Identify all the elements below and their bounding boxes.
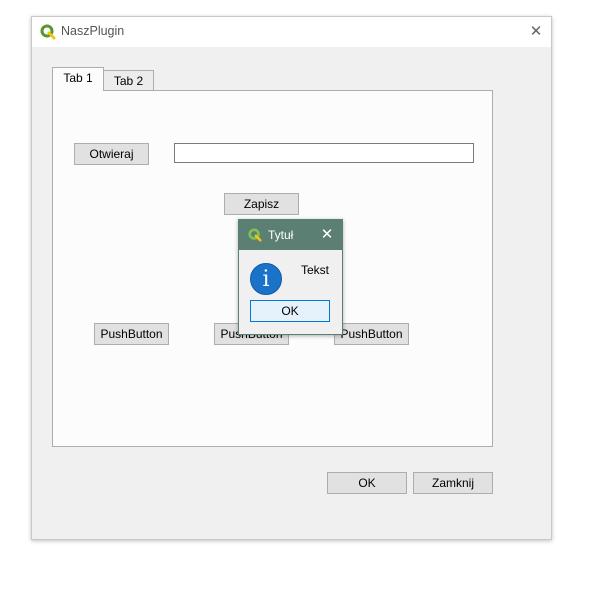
information-icon: i — [250, 263, 282, 295]
push-button-1[interactable]: PushButton — [94, 323, 169, 345]
dialog-titlebar[interactable]: NaszPlugin ✕ — [32, 17, 551, 47]
tab-2[interactable]: Tab 2 — [103, 70, 154, 91]
qgis-logo-icon — [40, 24, 56, 40]
message-ok-button[interactable]: OK — [250, 300, 330, 322]
push-button-3[interactable]: PushButton — [334, 323, 409, 345]
close-icon[interactable]: ✕ — [317, 224, 337, 246]
qgis-logo-icon — [248, 228, 262, 242]
message-box-title: Tytuł — [268, 228, 294, 242]
save-button[interactable]: Zapisz — [224, 193, 299, 215]
message-text: Tekst — [301, 263, 330, 277]
message-box: Tytuł ✕ i Tekst OK — [238, 219, 343, 335]
open-button[interactable]: Otwieraj — [74, 143, 149, 165]
close-icon[interactable]: ✕ — [525, 21, 547, 43]
message-box-titlebar[interactable]: Tytuł ✕ — [239, 220, 342, 250]
path-input[interactable] — [174, 143, 474, 163]
tab-1[interactable]: Tab 1 — [52, 67, 104, 91]
dialog-title: NaszPlugin — [61, 24, 125, 38]
close-button[interactable]: Zamknij — [413, 472, 493, 494]
ok-button[interactable]: OK — [327, 472, 407, 494]
